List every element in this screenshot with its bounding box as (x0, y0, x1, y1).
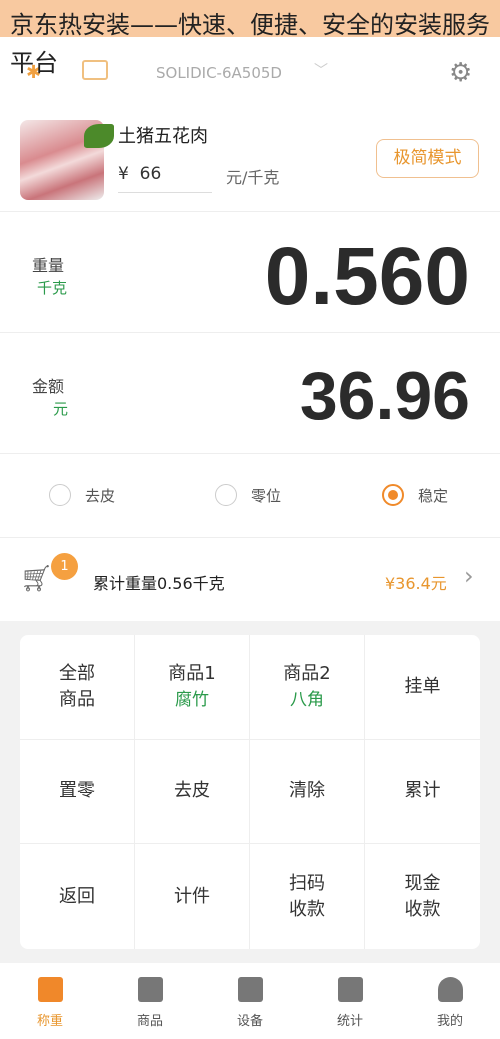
tab-label: 商品 (136, 1014, 163, 1029)
bag-icon (137, 977, 163, 1002)
simple-mode-button[interactable]: 极简模式 (376, 139, 479, 178)
scale-icon (37, 977, 63, 1002)
chevron-right-icon: › (464, 562, 474, 590)
key-label: 返回 (59, 885, 95, 907)
weight-unit: 千克 (37, 279, 68, 297)
cart-summary[interactable]: 🛒︎ 1 累计重量0.56千克 ¥36.4元 › (0, 537, 500, 621)
price-input[interactable]: ¥ 66 (118, 164, 212, 193)
weight-label: 重量 (32, 256, 65, 275)
key-label: 累计 (404, 780, 441, 802)
option-zero[interactable]: 零位 (215, 484, 281, 506)
garnish-leaf (84, 124, 114, 148)
key-label: 清除 (289, 780, 325, 802)
product-name: 土猪五花肉 (118, 126, 208, 147)
key-label: 扫码 收款 (289, 872, 325, 920)
tab-scale[interactable]: 称重 (0, 963, 100, 1039)
amount-label: 金额 (32, 377, 65, 396)
key-label: 计件 (174, 885, 210, 907)
amount-value: 36.96 (299, 358, 470, 434)
bottom-tab-bar: 称重 商品 设备 统计 我的 (0, 963, 500, 1039)
key-label: 现金 收款 (404, 872, 441, 920)
key-button[interactable]: 返回 (20, 844, 135, 949)
key-label: 全部 商品 (59, 662, 95, 710)
key-button[interactable]: 去皮 (135, 739, 250, 845)
tab-user[interactable]: 我的 (400, 963, 500, 1039)
product-card: 土猪五花肉 ¥ 66 元/千克 极简模式 (0, 110, 500, 210)
weight-row: 重量 千克 0.560 (0, 211, 500, 332)
user-icon (437, 977, 463, 1002)
product-image (20, 120, 114, 200)
key-button[interactable]: 挂单 (365, 635, 480, 740)
key-label: 去皮 (174, 780, 210, 802)
watermark-text: 京东热安装——快速、便捷、安全的安装服务平台 (10, 11, 490, 77)
tab-device[interactable]: 设备 (200, 963, 300, 1039)
key-sublabel: 腐竹 (175, 689, 209, 710)
tab-label: 我的 (436, 1014, 463, 1029)
tab-label: 统计 (336, 1014, 363, 1029)
key-button[interactable]: 商品1 腐竹 (135, 635, 250, 740)
cart-icon: 🛒︎ (20, 564, 54, 594)
keypad-area: 全部 商品 商品1 腐竹 商品2 八角 挂单置零 去皮 清除 累计返回 计件 扫码 收款 现金 收款 (0, 621, 500, 963)
key-button[interactable]: 累计 (365, 740, 480, 845)
tab-bag[interactable]: 商品 (100, 963, 200, 1039)
tab-chart[interactable]: 统计 (300, 963, 400, 1039)
price-unit: 元/千克 (226, 168, 280, 187)
cart-badge: 1 (51, 553, 78, 580)
radio-icon (49, 484, 71, 506)
chart-icon (337, 977, 363, 1002)
tab-label: 称重 (36, 1014, 63, 1029)
weight-value: 0.560 (264, 231, 470, 322)
cart-total: ¥36.4元 (385, 574, 447, 593)
key-button[interactable]: 清除 (250, 739, 365, 845)
key-label: 商品2 (283, 662, 331, 684)
key-button[interactable]: 商品2 八角 (250, 635, 365, 740)
key-label: 挂单 (404, 675, 441, 697)
key-sublabel: 八角 (290, 689, 324, 710)
option-label: 去皮 (85, 486, 116, 505)
amount-row: 金额 元 36.96 (0, 332, 500, 453)
price-value: 66 (139, 164, 162, 184)
cart-summary-text: 累计重量0.56千克 (93, 574, 225, 593)
device-icon (237, 977, 263, 1002)
option-tare[interactable]: 去皮 (49, 484, 115, 506)
key-button[interactable]: 扫码 收款 (250, 844, 365, 949)
key-button[interactable]: 现金 收款 (365, 844, 480, 949)
key-button[interactable]: 全部 商品 (20, 635, 135, 740)
radio-checked-icon (382, 484, 404, 506)
key-label: 置零 (59, 780, 95, 802)
keypad: 全部 商品 商品1 腐竹 商品2 八角 挂单置零 去皮 清除 累计返回 计件 扫码 收款 现金 收款 (20, 635, 480, 949)
tab-label: 设备 (236, 1014, 263, 1029)
key-label: 商品1 (168, 662, 216, 684)
option-label: 零位 (251, 486, 282, 505)
key-button[interactable]: 置零 (20, 739, 135, 845)
option-stable[interactable]: 稳定 (382, 484, 448, 506)
key-button[interactable]: 计件 (135, 844, 250, 949)
amount-unit: 元 (53, 400, 69, 418)
currency-symbol: ¥ (118, 164, 129, 184)
radio-icon (215, 484, 237, 506)
option-label: 稳定 (418, 486, 449, 505)
